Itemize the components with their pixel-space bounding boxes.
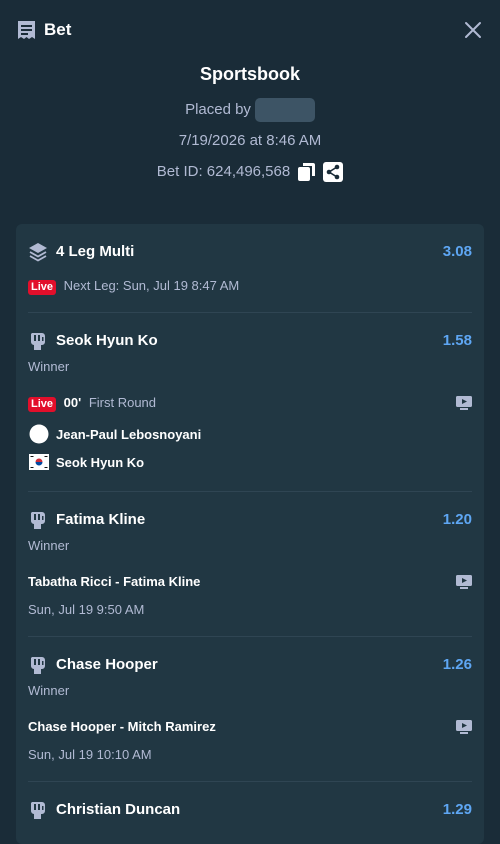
leg-4-fighter: Christian Duncan — [56, 801, 181, 818]
receipt-icon — [18, 21, 35, 39]
leg-2-market: Winner — [28, 538, 70, 553]
flag-icon-white — [29, 424, 49, 444]
live-badge: Live — [28, 397, 57, 412]
leg-3-odds: 1.26 — [442, 656, 472, 673]
leg-4-odds: 1.29 — [442, 801, 472, 818]
leg-1-fighter: Seok Hyun Ko — [56, 332, 158, 349]
leg-2-datetime: Sun, Jul 19 9:50 AM — [28, 602, 145, 617]
multi-odds: 3.08 — [442, 243, 472, 260]
leg-1-odds: 1.58 — [442, 332, 472, 349]
next-leg-text: Next Leg: Sun, Jul 19 8:47 AM — [63, 278, 240, 293]
layers-icon — [29, 243, 47, 262]
tv-icon[interactable] — [456, 396, 472, 410]
divider — [28, 781, 472, 782]
placed-by-label: Placed by — [185, 100, 251, 118]
tv-icon[interactable] — [456, 720, 472, 734]
leg-3-market: Winner — [28, 683, 70, 698]
divider — [28, 636, 472, 637]
divider — [28, 491, 472, 492]
leg-3-fighter: Chase Hooper — [56, 656, 158, 673]
placed-by: Placed by — [0, 98, 500, 122]
sportsbook-title: Sportsbook — [199, 64, 300, 84]
divider — [28, 312, 472, 313]
south-korea-flag-icon — [29, 454, 49, 470]
bet-date: 7/19/2026 at 8:46 AM — [178, 132, 322, 149]
leg-1-live-row: Live 00' First Round — [28, 394, 156, 412]
leg-3-datetime: Sun, Jul 19 10:10 AM — [28, 747, 152, 762]
mma-glove-icon — [31, 333, 45, 350]
leg-1-competitor-2: Seok Hyun Ko — [56, 455, 145, 470]
bet-id: Bet ID: 624,496,568 — [156, 163, 291, 180]
copy-icon[interactable] — [298, 163, 316, 182]
leg-1-time: 00' — [63, 395, 82, 410]
leg-3-event[interactable]: Chase Hooper - Mitch Ramirez — [28, 718, 216, 736]
bet-header: Bet — [0, 0, 500, 60]
leg-1-competitor-1: Jean-Paul Lebosnoyani — [56, 427, 202, 442]
share-icon[interactable] — [323, 162, 344, 183]
leg-1-round: First Round — [88, 395, 157, 410]
leg-2-event[interactable]: Tabatha Ricci - Fatima Kline — [28, 573, 200, 591]
leg-1-market: Winner — [28, 359, 70, 374]
mma-glove-icon — [31, 802, 45, 819]
mma-glove-icon — [31, 512, 45, 529]
close-icon[interactable] — [464, 21, 482, 39]
username-redacted — [254, 98, 315, 122]
mma-glove-icon — [31, 657, 45, 674]
header-title: Bet — [44, 20, 72, 39]
leg-2-odds: 1.20 — [442, 511, 472, 528]
leg-2-fighter: Fatima Kline — [56, 511, 146, 528]
multi-next-leg-row: Live Next Leg: Sun, Jul 19 8:47 AM — [28, 277, 239, 295]
live-badge: Live — [28, 280, 57, 295]
bet-card: 4 Leg Multi 3.08 Live Next Leg: Sun, Jul… — [16, 224, 484, 844]
multi-title: 4 Leg Multi — [56, 243, 135, 260]
bet-id-row: Bet ID: 624,496,568 — [0, 161, 500, 183]
tv-icon[interactable] — [456, 575, 472, 589]
